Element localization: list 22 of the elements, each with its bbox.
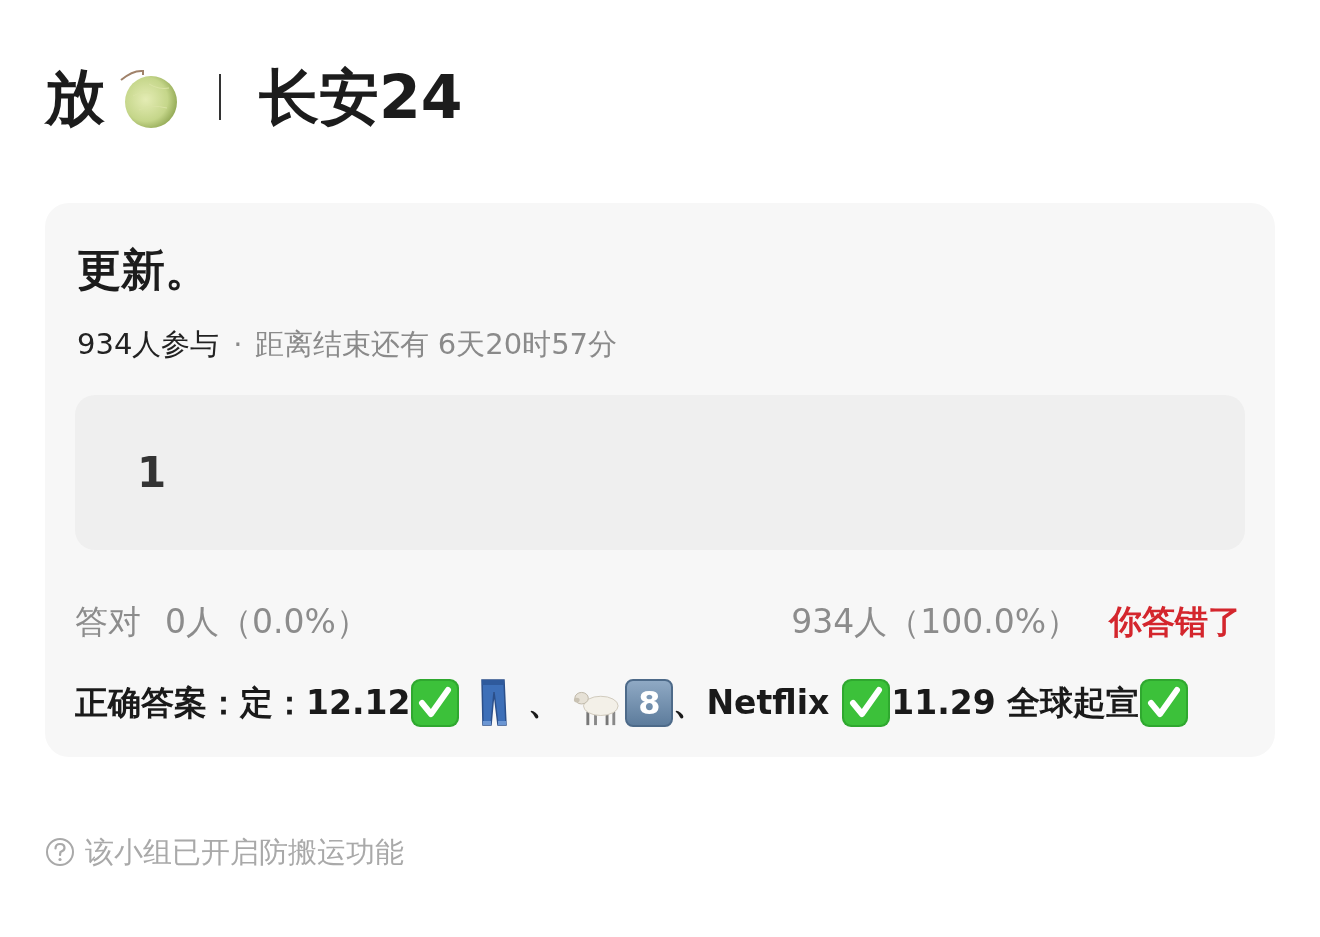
countdown-text: 距离结束还有 6天20时57分 [254,326,618,363]
header-title: 放 [45,61,105,134]
separator-dot: · [233,326,243,363]
title-divider [219,74,221,120]
correct-label: 答对 [75,601,141,643]
footer-note: 该小组已开启防搬运功能 [85,834,404,871]
check-icon [841,678,892,728]
answer-text: 、 [528,682,562,725]
header-title: 长安24 [259,61,463,134]
correct-count: 0人（0.0%） [165,601,369,643]
help-icon [45,837,75,867]
wrong-count: 934人（100.0%） [791,601,1079,643]
poll-option: 1 [75,395,1245,550]
check-icon [410,678,461,728]
answer-text: 、Netflix [673,682,830,725]
check-icon [1139,678,1190,728]
poll-title: 更新。 [77,243,210,296]
answer-text: 正确答案：定：12.12 [75,682,411,725]
verdict-text: 你答错了 [1109,601,1241,643]
keycap-digit: 8 [625,679,674,727]
answer-text: 11.29 全球起宣 [891,682,1140,725]
participant-count: 934人参与 [77,326,220,363]
